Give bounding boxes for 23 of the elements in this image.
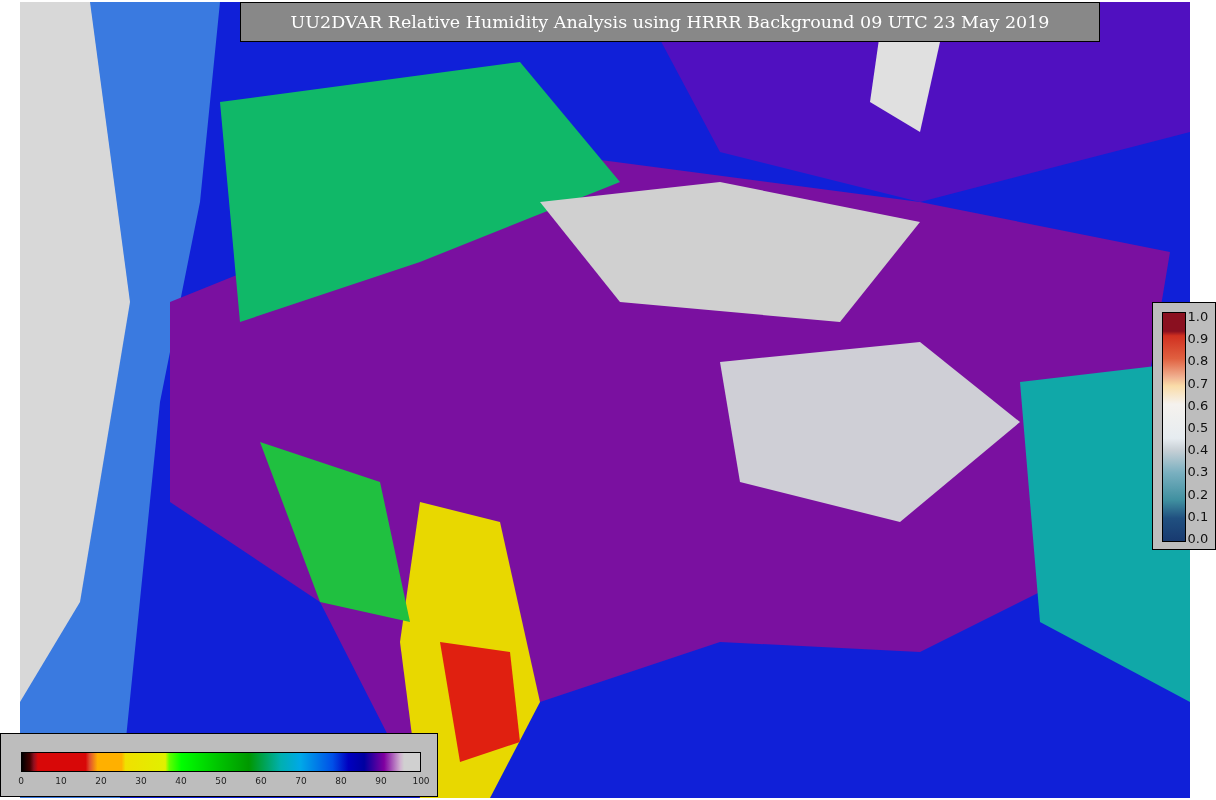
tick-label: 90	[375, 776, 387, 786]
tick-label: 0.6	[1187, 397, 1209, 413]
tick-label: 70	[295, 776, 307, 786]
tick-label: 10	[55, 776, 67, 786]
tick-label: 0.3	[1187, 463, 1209, 479]
tick-label: 30	[135, 776, 147, 786]
tick-label: 40	[175, 776, 187, 786]
tick-label: 50	[215, 776, 227, 786]
tick-label: 60	[255, 776, 267, 786]
tick-label: 0.9	[1187, 330, 1209, 346]
tick-label: 100	[412, 776, 430, 786]
tick-label: 20	[95, 776, 107, 786]
tick-label: 0.0	[1187, 530, 1209, 546]
tick-label: 0.1	[1187, 508, 1209, 524]
map-title: UU2DVAR Relative Humidity Analysis using HRRR Background 09 UTC 23 May 2019	[240, 2, 1100, 42]
tick-label: 0.7	[1187, 375, 1209, 391]
tick-label: 80	[335, 776, 347, 786]
tick-label: 0.2	[1187, 486, 1209, 502]
tick-label: 0.8	[1187, 352, 1209, 368]
tick-label: 0.4	[1187, 441, 1209, 457]
tick-label: 0.5	[1187, 419, 1209, 435]
tick-label: 1.0	[1187, 308, 1209, 324]
tick-label: 0	[18, 776, 24, 786]
